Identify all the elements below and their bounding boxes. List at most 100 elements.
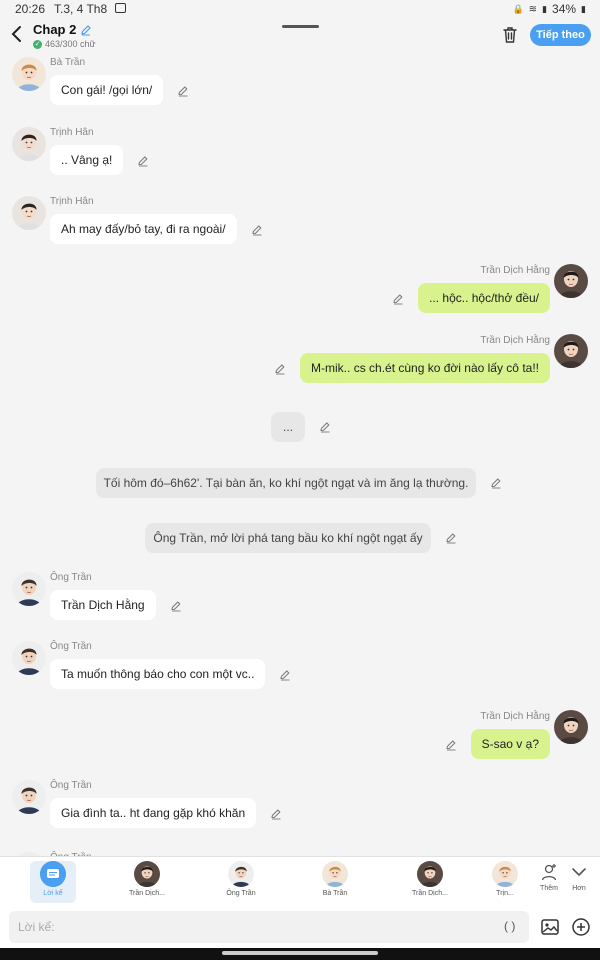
avatar[interactable] xyxy=(554,334,588,368)
sender-name: Trịnh Hân xyxy=(50,127,94,138)
sender-name: Trịnh Hân xyxy=(50,196,94,207)
character-label: Trần Dịch... xyxy=(129,890,165,897)
outgoing-bubble[interactable]: M-mik.. cs ch.ét cùng ko đời nào lấy cô … xyxy=(300,353,550,383)
home-indicator[interactable] xyxy=(222,951,378,955)
character-avatar xyxy=(134,861,160,887)
chat-message[interactable]: Trần Dịch Hằng S-sao v ạ? xyxy=(0,706,600,772)
more-button[interactable]: Hơn xyxy=(567,863,591,892)
character-label: Trịn... xyxy=(496,890,514,897)
pencil-icon[interactable] xyxy=(80,24,92,36)
chat-message[interactable]: Trịnh Hân Ah may đấy/bỏ tay, đi ra ngoài/ xyxy=(0,191,600,257)
more-label: Hơn xyxy=(572,885,586,892)
sender-name: Trần Dịch Hằng xyxy=(480,265,550,276)
edit-icon[interactable] xyxy=(445,532,457,544)
chat-message[interactable]: Ông Trần Ta muốn thông báo cho con một vc… xyxy=(0,636,600,702)
add-button[interactable] xyxy=(571,917,591,937)
character-narrator[interactable]: Lời kể xyxy=(30,861,76,903)
character-label: Trần Dịch... xyxy=(412,890,448,897)
next-button[interactable]: Tiếp theo xyxy=(530,24,591,46)
incoming-bubble[interactable]: Ah may đấy/bỏ tay, đi ra ngoài/ xyxy=(50,214,237,244)
character-item[interactable]: Ông Trần xyxy=(218,861,264,897)
avatar[interactable] xyxy=(12,196,46,230)
edit-icon[interactable] xyxy=(392,293,404,305)
trash-icon xyxy=(503,27,517,43)
edit-icon[interactable] xyxy=(279,669,291,681)
add-person-icon xyxy=(541,864,557,881)
avatar[interactable] xyxy=(554,264,588,298)
chevron-down-icon xyxy=(572,868,586,877)
edit-icon[interactable] xyxy=(270,808,282,820)
chat-area[interactable]: Bà Trần Con gái! /gọi lớn/Trịnh Hân .. Vân… xyxy=(0,52,600,856)
incoming-bubble[interactable]: Con gái! /gọi lớn/ xyxy=(50,75,164,105)
chat-message[interactable]: Trần Dịch Hằng ... hộc.. hộc/thở đều/ xyxy=(0,260,600,326)
add-character-label: Thêm xyxy=(540,885,558,892)
lock-icon: 🔒 xyxy=(512,3,524,14)
incoming-bubble[interactable]: Trần Dịch Hằng xyxy=(50,590,156,620)
add-character-button[interactable]: Thêm xyxy=(537,863,561,892)
edit-icon[interactable] xyxy=(319,421,331,433)
sender-name: Ông Trần xyxy=(50,641,92,652)
avatar[interactable] xyxy=(554,710,588,744)
status-time: 20:26 xyxy=(15,2,46,16)
incoming-bubble[interactable]: Ta muốn thông báo cho con một vc.. xyxy=(50,659,266,689)
insert-image-button[interactable] xyxy=(540,917,560,937)
word-count: ✓ 463/300 chữ xyxy=(33,39,96,49)
character-avatar xyxy=(492,861,518,887)
chapter-title[interactable]: Chap 2 xyxy=(33,22,96,37)
chat-message[interactable]: Trịnh Hân .. Vâng ạ! xyxy=(0,122,600,188)
edit-icon[interactable] xyxy=(251,224,263,236)
avatar[interactable] xyxy=(12,641,46,675)
avatar[interactable] xyxy=(12,572,46,606)
edit-icon[interactable] xyxy=(170,600,182,612)
outgoing-bubble[interactable]: S-sao v ạ? xyxy=(470,729,550,759)
character-avatar xyxy=(228,861,254,887)
narration-input[interactable] xyxy=(9,911,529,943)
outgoing-bubble[interactable]: ... hộc.. hộc/thở đều/ xyxy=(418,283,550,313)
narration-icon xyxy=(40,861,66,887)
sender-name: Ông Trần xyxy=(50,572,92,583)
edit-icon[interactable] xyxy=(490,477,502,489)
avatar[interactable] xyxy=(12,57,46,91)
back-button[interactable] xyxy=(9,24,25,44)
status-bar: 20:26 T.3, 4 Th8 🔒 ≋ ▮ 34% ▮ xyxy=(0,0,600,18)
chat-message[interactable]: Ông Trần Gia đình ta.. ht đang gặp khó kh… xyxy=(0,775,600,841)
character-item[interactable]: Trịn... xyxy=(490,861,520,897)
chevron-left-icon xyxy=(11,26,21,42)
sender-name: Ông Trần xyxy=(50,780,92,791)
signal-icon: ▮ xyxy=(542,3,548,14)
plus-circle-icon xyxy=(572,918,590,936)
sender-name: Bà Trần xyxy=(50,57,86,68)
character-label: Lời kể xyxy=(43,890,63,897)
edit-icon[interactable] xyxy=(274,363,286,375)
avatar[interactable] xyxy=(12,127,46,161)
chat-message[interactable]: Ông Trần Trần Dịch Hằng xyxy=(0,567,600,633)
image-icon xyxy=(541,919,559,935)
chat-message[interactable]: Bà Trần Con gái! /gọi lớn/ xyxy=(0,52,600,118)
chat-message[interactable]: Trần Dịch Hằng M-mik.. cs ch.ét cùng ko đ… xyxy=(0,330,600,396)
edit-icon[interactable] xyxy=(177,85,189,97)
word-count-text: 463/300 chữ xyxy=(45,39,96,49)
battery-level: 34% xyxy=(552,2,577,16)
delete-button[interactable] xyxy=(502,26,518,44)
system-nav-bar xyxy=(0,948,600,960)
character-label: Bà Trần xyxy=(322,890,348,897)
character-item[interactable]: Trần Dịch... xyxy=(124,861,170,897)
character-item[interactable]: Trần Dịch... xyxy=(407,861,453,897)
wifi-icon: ≋ xyxy=(528,3,538,15)
narration-bubble[interactable]: Ông Trần, mở lời phá tang bầu ko khí ngộ… xyxy=(145,523,431,553)
character-item[interactable]: Bà Trần xyxy=(312,861,358,897)
chat-message[interactable]: Ông Trần xyxy=(0,847,600,856)
incoming-bubble[interactable]: Gia đình ta.. ht đang gặp khó khăn xyxy=(50,798,257,828)
edit-icon[interactable] xyxy=(137,155,149,167)
sender-name: Trần Dịch Hằng xyxy=(480,335,550,346)
edit-icon[interactable] xyxy=(445,739,457,751)
character-label: Ông Trần xyxy=(226,890,256,897)
narration-bubble[interactable]: ... xyxy=(271,412,305,442)
narration-bubble[interactable]: Tối hôm đó–6h62'. Tại bàn ăn, ko khí ngộ… xyxy=(96,468,476,498)
character-avatar xyxy=(322,861,348,887)
incoming-bubble[interactable]: .. Vâng ạ! xyxy=(50,145,124,175)
parenthesis-button[interactable]: ( ) xyxy=(504,919,515,933)
avatar[interactable] xyxy=(12,780,46,814)
battery-icon: ▮ xyxy=(581,3,586,14)
drag-handle[interactable] xyxy=(282,25,319,28)
